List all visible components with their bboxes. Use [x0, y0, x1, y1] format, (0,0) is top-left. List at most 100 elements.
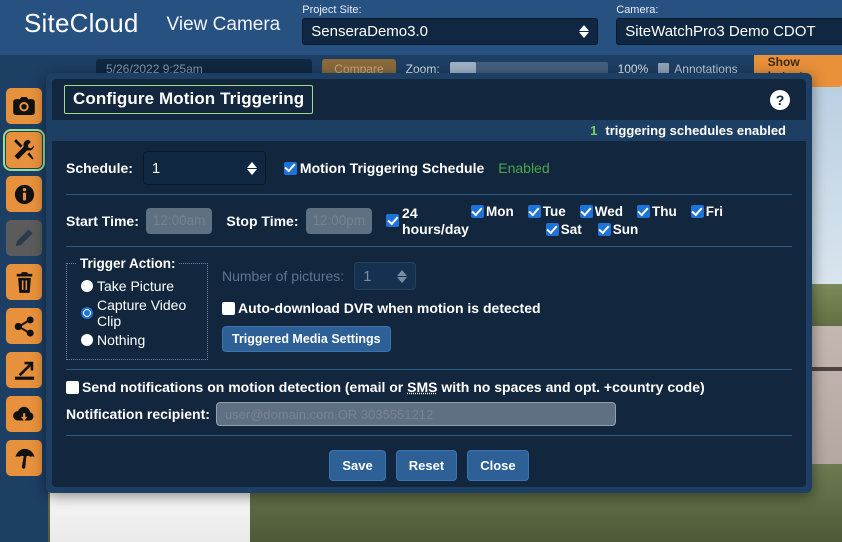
reset-button[interactable]: Reset	[395, 450, 458, 481]
day-label-sat: Sat	[560, 222, 582, 237]
measure-icon	[14, 360, 35, 381]
rail-button-delete[interactable]	[6, 264, 42, 300]
dialog-titlebar: Configure Motion Triggering ?	[52, 79, 806, 121]
trash-icon	[15, 271, 34, 293]
send-notifications-toggle[interactable]: Send notifications on motion detection (…	[66, 379, 792, 395]
day-label-tue: Tue	[542, 204, 566, 219]
divider-2	[66, 246, 792, 247]
camera-selector[interactable]: Camera: SiteWatchPro3 Demo CDOT	[616, 4, 842, 45]
trigger-action-fieldset: Trigger Action: Take Picture Capture Vid…	[66, 256, 208, 360]
trigger-option-label-2: Nothing	[97, 332, 146, 348]
trigger-option-nothing[interactable]: Nothing	[77, 332, 195, 348]
day-toggle-tue[interactable]: Tue	[526, 204, 566, 219]
camera-dropdown[interactable]: SiteWatchPro3 Demo CDOT	[616, 18, 842, 45]
radio-capture-video-clip[interactable]	[81, 307, 93, 319]
start-time-input[interactable]: 12:00am	[145, 207, 213, 234]
day-toggle-mon[interactable]: Mon	[469, 204, 514, 219]
info-icon	[14, 184, 35, 205]
send-notifications-text-a: Send notifications on motion detection (…	[82, 379, 408, 395]
rail-button-measure[interactable]	[6, 352, 42, 388]
brand-logo[interactable]: SiteCloud	[24, 8, 139, 39]
time-row: Start Time: 12:00am Stop Time: 12:00pm 2…	[66, 204, 792, 237]
day-toggle-wed[interactable]: Wed	[578, 204, 623, 219]
close-button[interactable]: Close	[467, 450, 529, 481]
project-site-selector[interactable]: Project Site: SenseraDemo3.0	[302, 4, 599, 45]
day-toggle-thu[interactable]: Thu	[635, 204, 677, 219]
trigger-option-capture-video[interactable]: Capture Video Clip	[77, 297, 195, 329]
app-root: 5/26/2022 9:25am Compare Zoom: 100% Anno…	[0, 0, 842, 542]
trigger-action-details: Number of pictures: 1 Auto-download DVR …	[222, 256, 792, 352]
trigger-option-take-picture[interactable]: Take Picture	[77, 278, 195, 294]
rail-button-camera[interactable]	[6, 88, 42, 124]
schedule-enabled-tag: Enabled	[498, 160, 550, 176]
chevron-updown-icon	[579, 25, 590, 38]
schedule-select-value: 1	[151, 159, 161, 177]
enabled-schedule-count: 1	[590, 123, 598, 139]
share-icon	[14, 315, 35, 337]
day-label-fri: Fri	[705, 204, 723, 219]
configure-motion-triggering-dialog: Configure Motion Triggering ? 1 triggeri…	[46, 73, 812, 493]
day-checkbox-mon[interactable]	[470, 205, 484, 218]
trigger-option-label-0: Take Picture	[97, 278, 175, 294]
schedule-select[interactable]: 1	[142, 151, 266, 185]
schedule-label: Schedule:	[66, 160, 133, 176]
umbrella-icon	[14, 448, 35, 469]
day-label-thu: Thu	[651, 204, 677, 219]
help-icon[interactable]: ?	[770, 89, 790, 110]
all-day-checkbox[interactable]	[386, 214, 400, 227]
day-checkbox-sat[interactable]	[545, 223, 559, 236]
day-checkbox-fri[interactable]	[690, 205, 704, 218]
trigger-action-legend: Trigger Action:	[80, 256, 176, 271]
radio-nothing[interactable]	[81, 334, 93, 346]
project-site-value: SenseraDemo3.0	[311, 23, 428, 40]
divider-1	[66, 194, 792, 195]
project-site-dropdown[interactable]: SenseraDemo3.0	[302, 18, 599, 45]
tools-icon	[13, 139, 35, 161]
motion-schedule-toggle[interactable]: Motion Triggering Schedule	[283, 160, 484, 176]
dialog-body: Schedule: 1 Motion Triggering Schedule E…	[52, 141, 806, 487]
send-notifications-label: Send notifications on motion detection (…	[82, 379, 705, 395]
day-checkbox-wed[interactable]	[579, 205, 593, 218]
days-of-week-group: Mon Tue Wed Thu Fri Sat Sun	[469, 204, 823, 237]
start-time-label: Start Time:	[66, 212, 139, 229]
day-label-mon: Mon	[485, 204, 514, 219]
chevron-updown-icon	[397, 269, 408, 283]
dialog-title: Configure Motion Triggering	[64, 85, 314, 115]
triggered-media-settings-button[interactable]: Triggered Media Settings	[222, 326, 391, 352]
day-checkbox-sun[interactable]	[597, 223, 611, 236]
sms-abbr: SMS	[407, 379, 438, 395]
rail-button-weather[interactable]	[6, 440, 42, 476]
send-notifications-text-b: with no spaces and opt. +country code)	[437, 379, 705, 395]
day-checkbox-thu[interactable]	[636, 205, 650, 218]
project-site-label: Project Site:	[302, 4, 362, 16]
tool-rail	[0, 82, 48, 542]
rail-button-tools[interactable]	[3, 129, 45, 171]
day-toggle-sun[interactable]: Sun	[596, 222, 639, 237]
auto-download-toggle[interactable]: Auto-download DVR when motion is detecte…	[222, 300, 792, 316]
page-title: View Camera	[166, 14, 281, 35]
notification-recipient-input[interactable]: user@domain.com OR 3035551212	[215, 402, 616, 426]
day-checkbox-tue[interactable]	[527, 205, 541, 218]
save-button[interactable]: Save	[329, 450, 386, 481]
num-pictures-stepper[interactable]: 1	[354, 262, 417, 290]
image-white-panel	[50, 486, 250, 542]
days-row-weekday: Mon Tue Wed Thu Fri	[469, 204, 723, 219]
rail-button-info[interactable]	[6, 176, 42, 212]
all-day-label: 24 hours/day	[402, 204, 469, 237]
day-toggle-sat[interactable]: Sat	[544, 222, 582, 237]
motion-schedule-checkbox[interactable]	[283, 161, 297, 175]
trigger-option-label-1: Capture Video Clip	[97, 297, 187, 329]
send-notifications-checkbox[interactable]	[66, 380, 79, 394]
cloud-download-icon	[13, 405, 35, 424]
notification-recipient-label: Notification recipient:	[66, 406, 210, 422]
auto-download-checkbox[interactable]	[222, 301, 235, 315]
day-toggle-fri[interactable]: Fri	[689, 204, 723, 219]
auto-download-label: Auto-download DVR when motion is detecte…	[238, 300, 541, 316]
rail-button-download[interactable]	[6, 396, 42, 432]
stop-time-input[interactable]: 12:00pm	[305, 207, 373, 234]
rail-button-share[interactable]	[6, 308, 42, 344]
radio-take-picture[interactable]	[81, 280, 93, 292]
all-day-toggle[interactable]: 24 hours/day	[386, 205, 469, 237]
num-pictures-value: 1	[363, 267, 372, 285]
day-label-sun: Sun	[612, 222, 639, 237]
